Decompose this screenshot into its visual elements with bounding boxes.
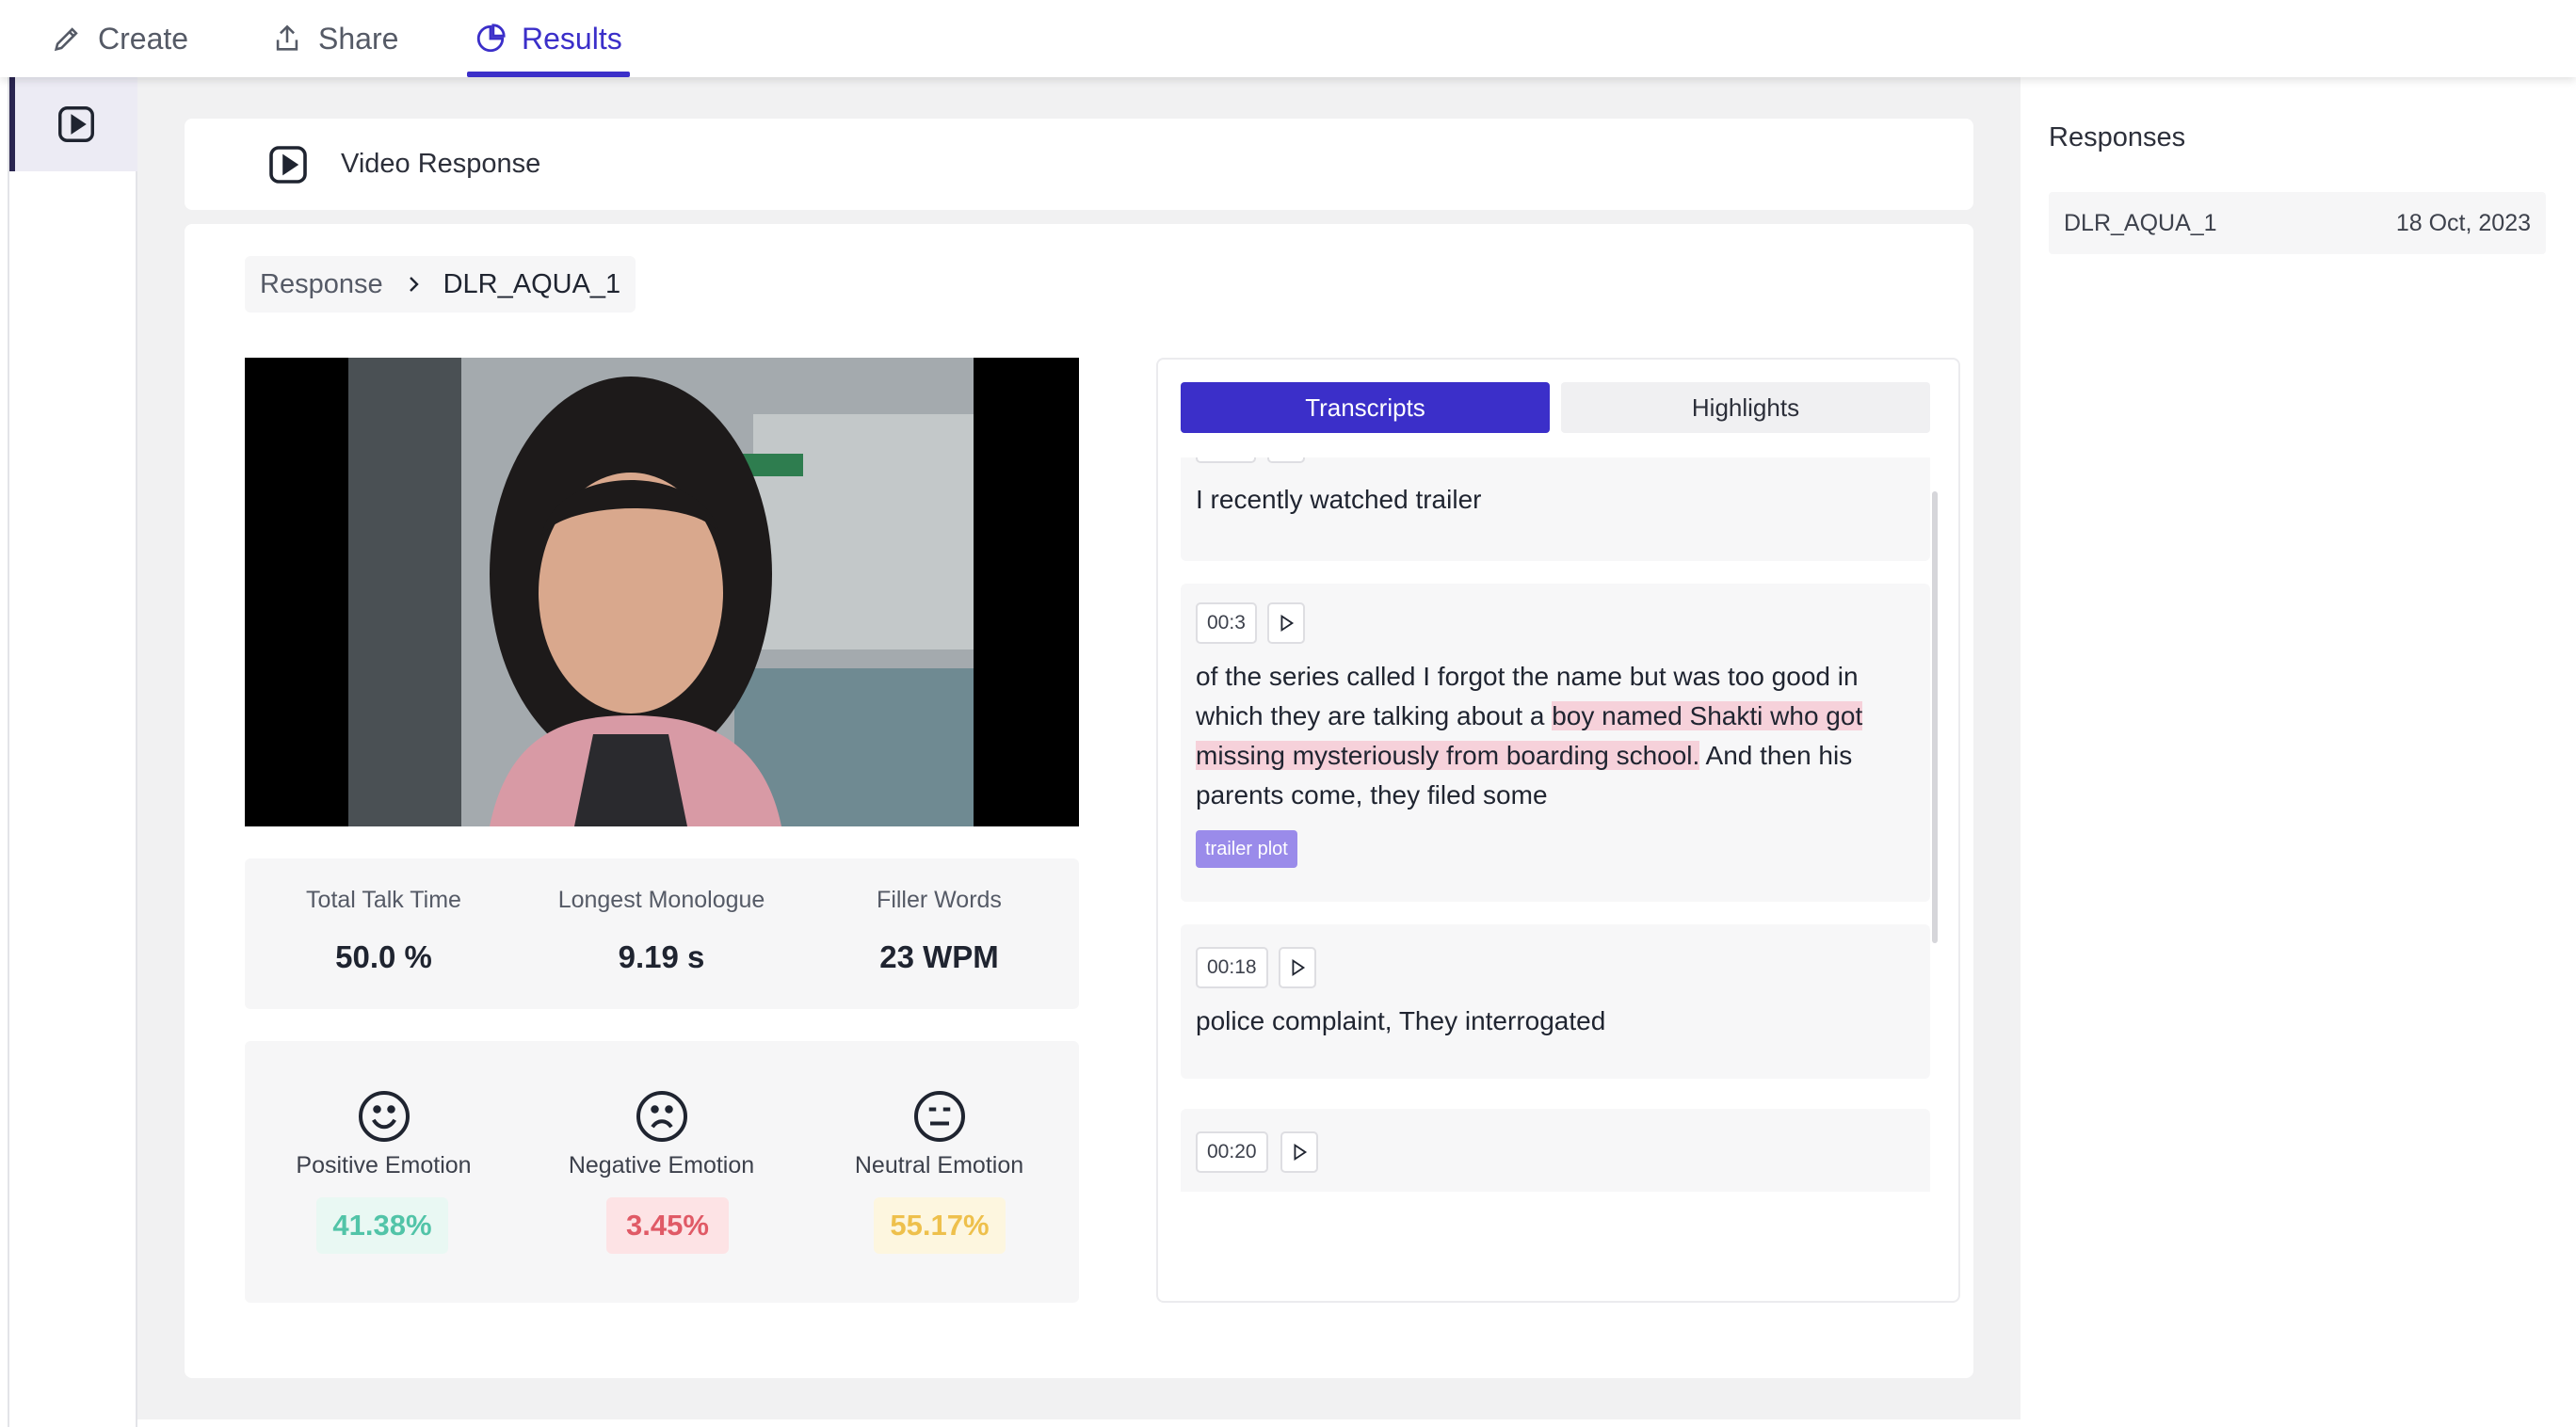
neutral-face-icon xyxy=(913,1091,965,1142)
stat-value: 9.19 s xyxy=(618,939,705,974)
responses-panel: Responses DLR_AQUA_1 18 Oct, 2023 xyxy=(2021,77,2576,1427)
transcript-text: of the series called I forgot the name b… xyxy=(1196,657,1921,815)
response-name: DLR_AQUA_1 xyxy=(2064,209,2217,236)
rail-item-video[interactable] xyxy=(9,77,137,171)
emotion-label: Negative Emotion xyxy=(568,1152,755,1178)
frown-icon xyxy=(636,1091,687,1142)
main-area: Video Response Response DLR_AQUA_1 Total… xyxy=(137,77,2021,1419)
timestamp[interactable] xyxy=(1196,457,1256,463)
emotion-label: Positive Emotion xyxy=(296,1152,472,1178)
transcript-list[interactable]: I recently watched trailer 00:3 of the s… xyxy=(1181,457,1930,1192)
breadcrumb: Response DLR_AQUA_1 xyxy=(245,256,636,313)
play-button[interactable] xyxy=(1267,602,1305,644)
stat-total-talk-time: Total Talk Time 50.0 % xyxy=(245,858,523,1009)
response-card: Response DLR_AQUA_1 Total Talk Time 50.0… xyxy=(185,224,1973,1378)
transcript-entry: 00:18 police complaint, They interrogate… xyxy=(1181,924,1930,1079)
tab-results-label: Results xyxy=(522,21,622,56)
timestamp[interactable]: 00:20 xyxy=(1196,1131,1268,1173)
breadcrumb-current: DLR_AQUA_1 xyxy=(443,268,621,299)
emotion-value: 3.45% xyxy=(606,1197,729,1254)
play-icon xyxy=(1292,958,1306,977)
response-date: 18 Oct, 2023 xyxy=(2395,209,2531,236)
stat-longest-monologue: Longest Monologue 9.19 s xyxy=(523,858,800,1009)
transcript-entry: 00:20 xyxy=(1181,1109,1930,1192)
play-square-icon xyxy=(58,106,94,142)
play-button[interactable] xyxy=(1280,1131,1318,1173)
video-frame xyxy=(348,358,974,826)
tab-highlights[interactable]: Highlights xyxy=(1561,382,1930,433)
tab-results[interactable]: Results xyxy=(467,0,630,77)
emotion-stats: Positive Emotion 41.38% Negative Emotion… xyxy=(245,1041,1079,1303)
stat-label: Longest Monologue xyxy=(557,887,765,913)
stat-label: Total Talk Time xyxy=(306,887,461,913)
top-nav: Create Share Results xyxy=(0,0,2576,77)
video-response-header: Video Response xyxy=(185,119,1973,210)
talk-stats: Total Talk Time 50.0 % Longest Monologue… xyxy=(245,858,1079,1009)
transcript-panel: Transcripts Highlights I recently watche… xyxy=(1156,358,1960,1303)
stat-label: Filler Words xyxy=(877,887,1002,913)
share-icon xyxy=(276,24,298,51)
tab-create[interactable]: Create xyxy=(51,0,188,77)
tab-create-label: Create xyxy=(98,21,189,56)
pencil-icon xyxy=(54,27,78,52)
stat-filler-words: Filler Words 23 WPM xyxy=(800,858,1078,1009)
transcript-text: police complaint, They interrogated xyxy=(1196,1006,1606,1035)
tab-share[interactable]: Share xyxy=(271,0,398,77)
stat-value: 23 WPM xyxy=(879,939,999,974)
emotion-negative: Negative Emotion 3.45% xyxy=(523,1041,800,1303)
emotion-value: 55.17% xyxy=(874,1197,1006,1254)
timestamp[interactable]: 00:3 xyxy=(1196,602,1257,644)
stat-value: 50.0 % xyxy=(335,939,432,974)
play-button[interactable] xyxy=(1279,947,1316,988)
emotion-neutral: Neutral Emotion 55.17% xyxy=(800,1041,1078,1303)
chevron-right-icon xyxy=(409,277,419,292)
emotion-positive: Positive Emotion 41.38% xyxy=(245,1041,523,1303)
highlight-tag[interactable]: trailer plot xyxy=(1196,830,1297,868)
emotion-value: 41.38% xyxy=(316,1197,448,1254)
play-icon xyxy=(1280,614,1295,633)
transcript-text: I recently watched trailer xyxy=(1196,485,1482,514)
response-item[interactable]: DLR_AQUA_1 18 Oct, 2023 xyxy=(2049,192,2546,254)
play-button[interactable] xyxy=(1267,457,1305,463)
smile-icon xyxy=(358,1091,410,1142)
tab-share-label: Share xyxy=(318,21,399,56)
pie-chart-icon xyxy=(476,24,506,53)
transcript-entry: 00:3 of the series called I forgot the n… xyxy=(1181,584,1930,902)
left-rail xyxy=(8,77,137,1427)
play-square-icon xyxy=(269,145,307,184)
responses-title: Responses xyxy=(2049,122,2186,152)
timestamp[interactable]: 00:18 xyxy=(1196,947,1268,988)
video-player[interactable] xyxy=(245,358,1079,826)
breadcrumb-parent[interactable]: Response xyxy=(260,269,383,300)
play-icon xyxy=(1294,1143,1308,1162)
transcript-entry: I recently watched trailer xyxy=(1181,457,1930,561)
tab-transcripts[interactable]: Transcripts xyxy=(1181,382,1550,433)
transcript-scrollbar[interactable] xyxy=(1932,491,1938,943)
page-title: Video Response xyxy=(341,149,541,179)
video-person-image xyxy=(348,358,974,826)
active-tab-indicator xyxy=(467,72,630,77)
emotion-label: Neutral Emotion xyxy=(854,1152,1024,1178)
